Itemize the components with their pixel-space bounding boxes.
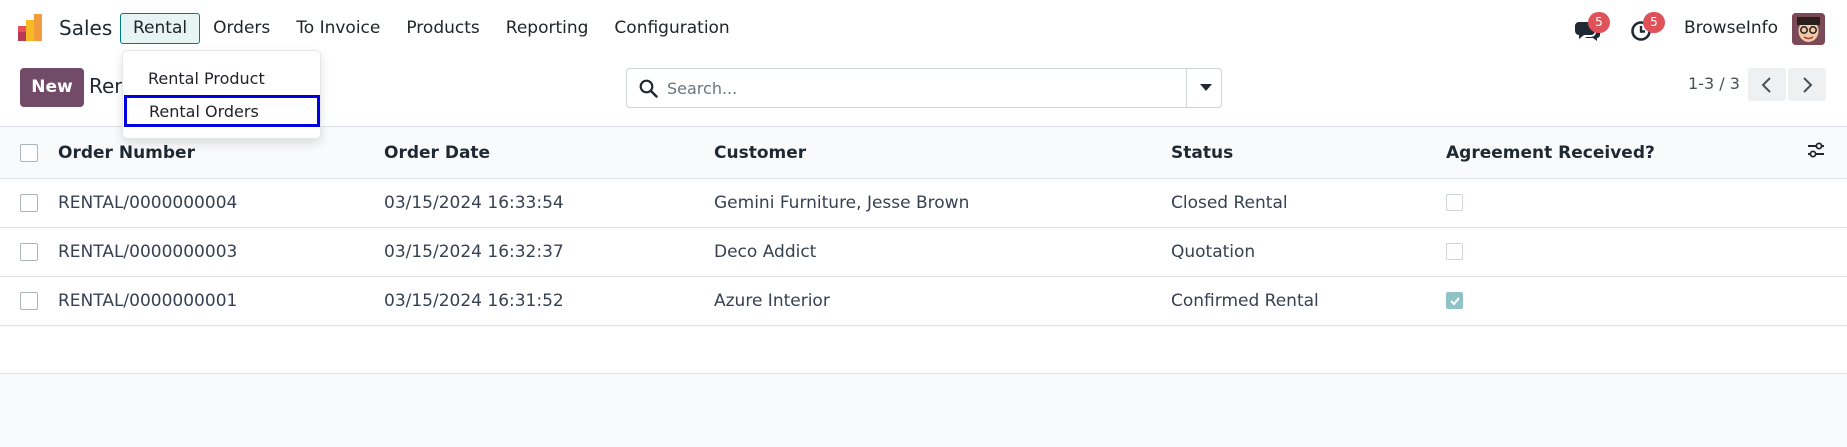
column-status[interactable]: Status — [1171, 128, 1446, 179]
table-row[interactable]: RENTAL/0000000001 03/15/2024 16:31:52 Az… — [0, 276, 1847, 326]
messages-button[interactable]: 5 — [1570, 12, 1610, 46]
cell-status: Confirmed Rental — [1171, 276, 1446, 326]
row-filler — [1807, 178, 1847, 228]
cell-status: Quotation — [1171, 227, 1446, 277]
dropdown-item-rental-product[interactable]: Rental Product — [123, 63, 320, 95]
top-navbar: Sales Rental Orders To Invoice Products … — [0, 0, 1847, 57]
cell-order-number: RENTAL/0000000004 — [58, 178, 384, 228]
search-bar[interactable]: Search... — [626, 68, 1222, 108]
menu-reporting[interactable]: Reporting — [493, 13, 602, 44]
table-row[interactable]: RENTAL/0000000003 03/15/2024 16:32:37 De… — [0, 227, 1847, 277]
chevron-right-icon — [1803, 77, 1813, 93]
activities-button[interactable]: 5 — [1624, 12, 1668, 46]
cell-customer: Azure Interior — [714, 276, 1171, 326]
activities-badge: 5 — [1643, 12, 1665, 33]
row-select-cell — [0, 227, 58, 277]
menu-products[interactable]: Products — [393, 13, 492, 44]
column-customer[interactable]: Customer — [714, 128, 1171, 179]
table-empty-row — [0, 327, 1847, 374]
rental-dropdown-menu: Rental Product Rental Orders — [122, 50, 321, 139]
agreement-checkbox[interactable] — [1446, 243, 1463, 260]
pager-value[interactable]: 1-3 / 3 — [1688, 74, 1740, 93]
cell-agreement — [1446, 178, 1807, 228]
user-name[interactable]: BrowseInfo — [1684, 18, 1778, 38]
checkmark-icon — [1450, 297, 1460, 306]
row-select-cell — [0, 178, 58, 228]
cell-status: Closed Rental — [1171, 178, 1446, 228]
menu-rental[interactable]: Rental — [120, 13, 201, 44]
pager-next-button[interactable] — [1788, 68, 1826, 101]
column-agreement-received[interactable]: Agreement Received? — [1446, 128, 1807, 179]
cell-order-number: RENTAL/0000000001 — [58, 276, 384, 326]
optional-columns-cell — [1807, 128, 1847, 179]
agreement-checkbox[interactable] — [1446, 194, 1463, 211]
agreement-checkbox-checked[interactable] — [1446, 292, 1463, 309]
menu-orders[interactable]: Orders — [200, 13, 283, 44]
column-order-date[interactable]: Order Date — [384, 128, 714, 179]
messages-badge: 5 — [1588, 12, 1610, 33]
select-all-checkbox[interactable] — [20, 143, 38, 162]
cell-order-number: RENTAL/0000000003 — [58, 227, 384, 277]
menu-to-invoice[interactable]: To Invoice — [283, 13, 393, 44]
cell-customer: Deco Addict — [714, 227, 1171, 277]
search-icon — [639, 79, 658, 98]
row-filler — [1807, 276, 1847, 326]
caret-down-icon[interactable] — [1200, 84, 1212, 92]
search-input[interactable]: Search... — [667, 79, 737, 98]
new-button[interactable]: New — [20, 68, 84, 107]
cell-order-date: 03/15/2024 16:32:37 — [384, 227, 714, 277]
chevron-left-icon — [1761, 77, 1771, 93]
sales-app-icon[interactable] — [18, 14, 48, 44]
menu-configuration[interactable]: Configuration — [601, 13, 742, 44]
row-checkbox[interactable] — [20, 291, 38, 310]
cell-order-date: 03/15/2024 16:31:52 — [384, 276, 714, 326]
cell-agreement — [1446, 227, 1807, 277]
cell-agreement — [1446, 276, 1807, 326]
cell-customer: Gemini Furniture, Jesse Brown — [714, 178, 1171, 228]
app-name[interactable]: Sales — [59, 16, 112, 40]
sliders-icon[interactable] — [1807, 142, 1825, 158]
rental-orders-table: Order Number Order Date Customer Status … — [0, 128, 1847, 326]
user-avatar[interactable] — [1792, 13, 1825, 45]
pager-previous-button[interactable] — [1748, 68, 1786, 101]
main-menu: Rental Orders To Invoice Products Report… — [120, 13, 743, 44]
dropdown-item-rental-orders[interactable]: Rental Orders — [124, 95, 320, 127]
row-checkbox[interactable] — [20, 242, 38, 261]
cell-order-date: 03/15/2024 16:33:54 — [384, 178, 714, 228]
avatar-face-icon — [1792, 13, 1825, 45]
row-filler — [1807, 227, 1847, 277]
row-select-cell — [0, 276, 58, 326]
table-row[interactable]: RENTAL/0000000004 03/15/2024 16:33:54 Ge… — [0, 178, 1847, 228]
search-divider — [1186, 69, 1187, 107]
row-checkbox[interactable] — [20, 193, 38, 212]
select-all-cell — [0, 128, 58, 179]
